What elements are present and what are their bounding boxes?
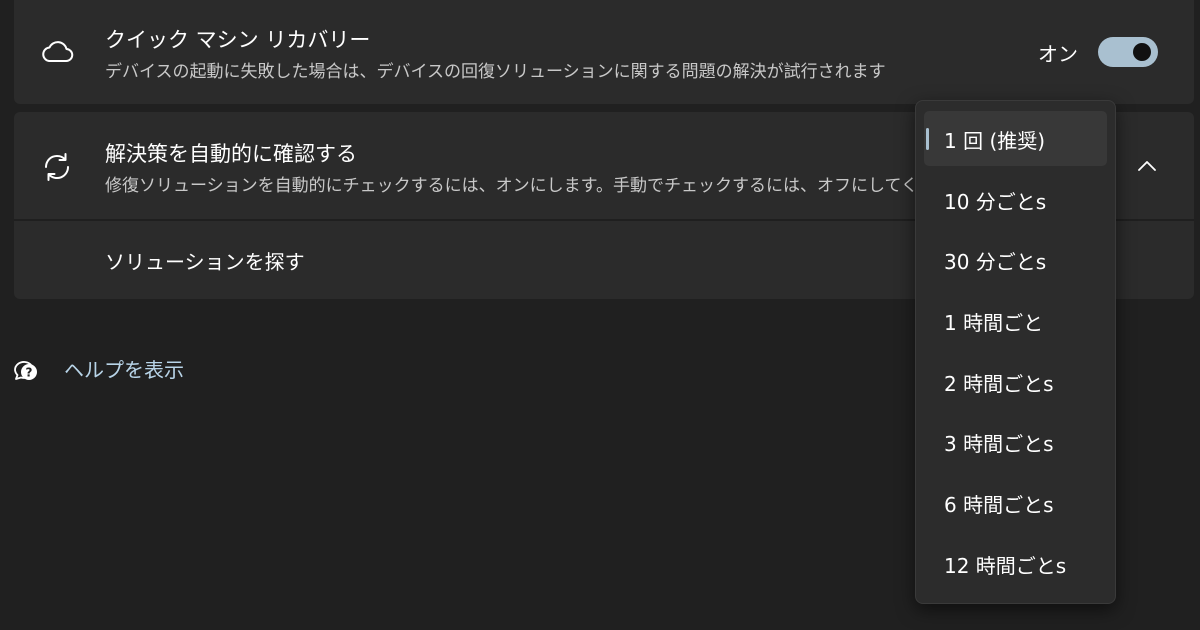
help-chat-icon: ? xyxy=(11,354,41,384)
option-label: 6 時間ごとs xyxy=(944,493,1054,517)
quick-recovery-card: クイック マシン リカバリー デバイスの起動に失敗した場合は、デバイスの回復ソリ… xyxy=(14,0,1194,104)
dropdown-option-3[interactable]: 30 分ごとs xyxy=(924,232,1107,287)
toggle-knob xyxy=(1133,43,1151,61)
toggle-state-label: オン xyxy=(1038,42,1078,66)
option-label: 12 時間ごとs xyxy=(944,554,1067,578)
quick-recovery-description: デバイスの起動に失敗した場合は、デバイスの回復ソリューションに関する問題の解決が… xyxy=(105,62,886,82)
option-label: 2 時間ごとs xyxy=(944,372,1054,396)
dropdown-option-4[interactable]: 1 時間ごと xyxy=(924,293,1107,348)
selected-indicator xyxy=(926,128,929,150)
option-label: 1 時間ごと xyxy=(944,311,1044,335)
dropdown-option-7[interactable]: 6 時間ごとs xyxy=(924,475,1107,530)
dropdown-option-8[interactable]: 12 時間ごとs xyxy=(924,536,1107,591)
option-label: 3 時間ごとs xyxy=(944,432,1054,456)
dropdown-option-1[interactable]: 1 回 (推奨) xyxy=(924,111,1107,166)
option-label: 30 分ごとs xyxy=(944,250,1047,274)
dropdown-option-5[interactable]: 2 時間ごとs xyxy=(924,354,1107,409)
sync-icon xyxy=(40,150,74,184)
help-label: ヘルプを表示 xyxy=(64,358,184,382)
find-solutions-label: ソリューションを探す xyxy=(105,250,305,274)
svg-text:?: ? xyxy=(26,366,33,380)
auto-check-description: 修復ソリューションを自動的にチェックするには、オンにします。手動でチェックするに… xyxy=(105,176,969,196)
help-link[interactable]: ? ヘルプを表示 xyxy=(0,348,260,388)
dropdown-option-2[interactable]: 10 分ごとs xyxy=(924,172,1107,227)
quick-recovery-toggle[interactable] xyxy=(1098,37,1158,67)
dropdown-option-6[interactable]: 3 時間ごとs xyxy=(924,414,1107,469)
chevron-up-icon[interactable] xyxy=(1137,157,1157,176)
option-label: 10 分ごとs xyxy=(944,190,1047,214)
auto-check-title: 解決策を自動的に確認する xyxy=(105,142,357,166)
frequency-dropdown-menu: 1 回 (推奨) 10 分ごとs 30 分ごとs 1 時間ごと 2 時間ごとs … xyxy=(915,100,1116,604)
cloud-icon xyxy=(40,38,74,64)
quick-recovery-title: クイック マシン リカバリー xyxy=(105,28,371,52)
option-label: 1 回 (推奨) xyxy=(944,129,1046,153)
